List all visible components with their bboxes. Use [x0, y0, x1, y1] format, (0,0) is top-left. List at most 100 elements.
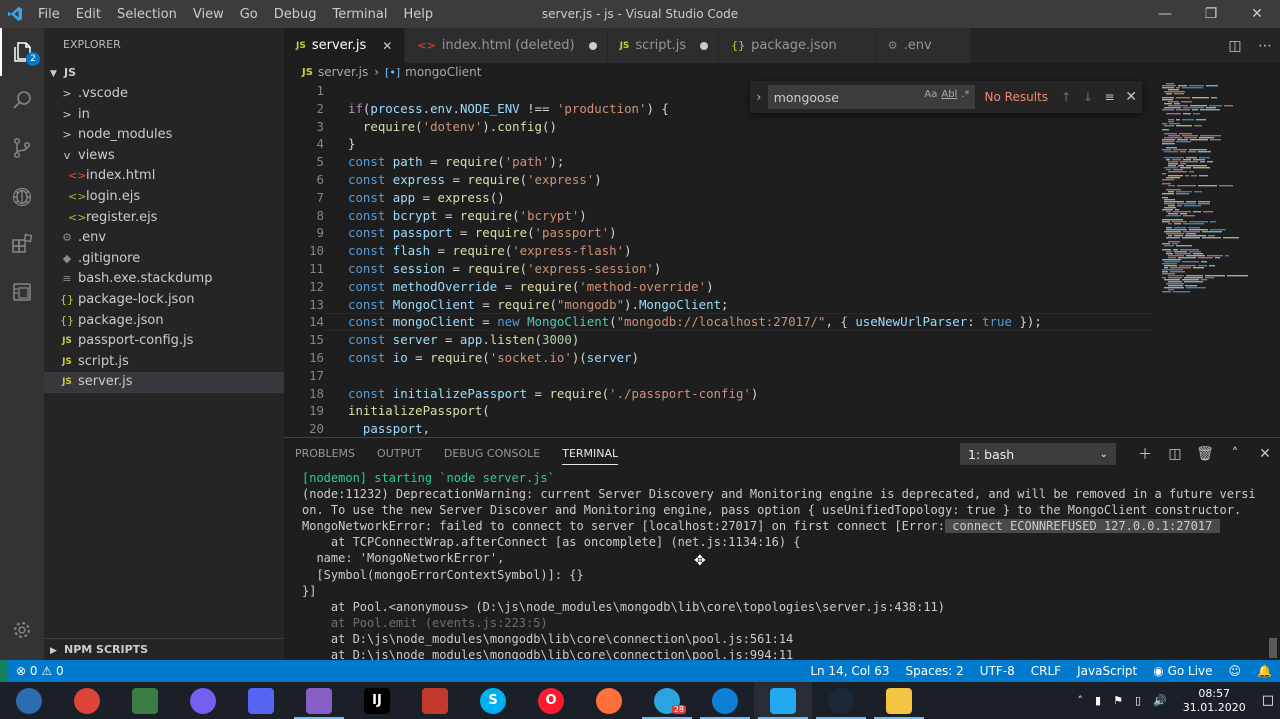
menu-terminal[interactable]: Terminal — [325, 7, 396, 22]
cashier-app-taskbar-button[interactable] — [116, 682, 174, 719]
panel-tab-output[interactable]: OUTPUT — [377, 438, 422, 470]
tree-item-gitignore[interactable]: ◆ .gitignore — [44, 249, 284, 270]
find-in-selection-icon[interactable]: ≡ — [1099, 90, 1121, 104]
problems-status[interactable]: ⊗ 0 ⚠ 0 — [8, 664, 72, 678]
terminal-output[interactable]: [nodemon] starting `node server.js` (node… — [302, 470, 1277, 660]
chrome-taskbar-button[interactable] — [58, 682, 116, 719]
edge-taskbar-button[interactable] — [696, 682, 754, 719]
feedback-icon[interactable]: ☺ — [1221, 664, 1250, 678]
workspace-root[interactable]: ▼ JS — [44, 62, 284, 84]
tab-env[interactable]: ⚙ .env — [875, 28, 971, 63]
trash-icon[interactable]: 🗑 — [1190, 446, 1220, 462]
more-actions-icon[interactable]: ⋯ — [1250, 38, 1280, 54]
tree-item-passport-config-js[interactable]: JS passport-config.js — [44, 331, 284, 352]
tree-item-in[interactable]: > in — [44, 105, 284, 126]
new-terminal-icon[interactable]: ＋ — [1130, 444, 1160, 464]
match-whole-word-toggle[interactable]: Abl — [941, 89, 957, 100]
extensions-activity-button[interactable] — [0, 220, 44, 268]
close-icon[interactable]: ✕ — [380, 39, 394, 53]
tree-item-vscode[interactable]: > .vscode — [44, 84, 284, 105]
visual-studio-taskbar-button[interactable] — [290, 682, 348, 719]
chevron-up-icon[interactable]: ˄ — [1220, 446, 1250, 462]
notifications-icon[interactable]: 🔔 — [1249, 664, 1280, 678]
regex-toggle[interactable]: .* — [961, 89, 969, 100]
tree-item-package-json[interactable]: {} package.json — [44, 311, 284, 332]
panel-tab-debug-console[interactable]: DEBUG CONSOLE — [444, 438, 540, 470]
telegram-taskbar-button[interactable]: 28 — [638, 682, 696, 719]
split-terminal-icon[interactable]: ◫ — [1160, 446, 1190, 462]
volume-icon[interactable]: 🔊 — [1147, 694, 1173, 707]
skype-taskbar-button[interactable]: S — [464, 682, 522, 719]
cursor-position[interactable]: Ln 14, Col 63 — [802, 664, 897, 678]
flag-icon[interactable]: ⚑ — [1107, 694, 1129, 707]
language-mode[interactable]: JavaScript — [1069, 664, 1145, 678]
menu-view[interactable]: View — [185, 7, 232, 22]
vscode-taskbar-taskbar-button[interactable] — [754, 682, 812, 719]
clock[interactable]: 08:57 31.01.2020 — [1173, 687, 1256, 715]
eol-status[interactable]: CRLF — [1023, 664, 1069, 678]
battery-icon[interactable]: ▯ — [1129, 694, 1147, 707]
search-activity-button[interactable] — [0, 76, 44, 124]
next-match-icon[interactable]: ↓ — [1077, 90, 1099, 104]
toggle-replace-icon[interactable]: › — [750, 90, 768, 104]
menu-edit[interactable]: Edit — [68, 7, 109, 22]
terminal-select[interactable]: 1: bash ⌄ — [960, 443, 1116, 465]
minimap[interactable] — [1154, 81, 1280, 437]
tree-item-views[interactable]: v views — [44, 146, 284, 167]
previous-match-icon[interactable]: ↑ — [1055, 90, 1077, 104]
source-control-activity-button[interactable] — [0, 124, 44, 172]
remote-explorer-activity-button[interactable] — [0, 268, 44, 316]
intellij-taskbar-button[interactable]: IJ — [348, 682, 406, 719]
action-center-icon[interactable]: □ — [1256, 693, 1280, 708]
npm-scripts-section[interactable]: ▶ NPM SCRIPTS — [44, 638, 284, 660]
tab-server-js[interactable]: JS server.js ✕ — [284, 28, 406, 63]
tree-item-package-lock-json[interactable]: {} package-lock.json — [44, 290, 284, 311]
panel-tab-problems[interactable]: PROBLEMS — [295, 438, 355, 470]
snipping-tool-taskbar-button[interactable] — [406, 682, 464, 719]
explorer-activity-button[interactable]: 2 — [0, 28, 44, 76]
close-panel-icon[interactable]: ✕ — [1250, 446, 1280, 462]
firefox-taskbar-button[interactable] — [580, 682, 638, 719]
menu-go[interactable]: Go — [232, 7, 266, 22]
menu-help[interactable]: Help — [395, 7, 441, 22]
tree-item-bash-exe-stackdump[interactable]: ≡ bash.exe.stackdump — [44, 269, 284, 290]
tree-item-server-js[interactable]: JS server.js — [44, 372, 284, 393]
discord-taskbar-button[interactable] — [232, 682, 290, 719]
viber-taskbar-button[interactable] — [174, 682, 232, 719]
menu-file[interactable]: File — [30, 7, 68, 22]
close-find-icon[interactable]: ✕ — [1120, 89, 1142, 105]
tree-item-login-ejs[interactable]: <> login.ejs — [44, 187, 284, 208]
close-window-button[interactable]: ✕ — [1234, 0, 1280, 28]
code-editor[interactable]: 1 2 if(process.env.NODE_ENV !== 'productio… — [284, 81, 1154, 437]
maximize-button[interactable]: ❐ — [1188, 0, 1234, 28]
steam-taskbar-button[interactable] — [812, 682, 870, 719]
debug-activity-button[interactable] — [0, 172, 44, 220]
tree-item-node-modules[interactable]: > node_modules — [44, 125, 284, 146]
network-icon[interactable]: ▮ — [1089, 694, 1107, 707]
breadcrumb-file[interactable]: server.js — [318, 65, 368, 79]
split-editor-icon[interactable]: ◫ — [1220, 38, 1250, 54]
remote-indicator[interactable] — [0, 660, 8, 682]
chevron-up-icon[interactable]: ˄ — [1072, 694, 1090, 707]
go-live-button[interactable]: ◉ Go Live — [1145, 664, 1220, 678]
unsaved-dot-icon[interactable] — [700, 41, 709, 50]
menu-selection[interactable]: Selection — [109, 7, 185, 22]
manage-activity-button[interactable] — [0, 606, 44, 654]
opera-taskbar-button[interactable]: O — [522, 682, 580, 719]
unsaved-dot-icon[interactable] — [588, 41, 597, 50]
terminal-scrollbar[interactable] — [1269, 638, 1277, 658]
find-input[interactable]: mongoose Aa Abl .* — [767, 85, 975, 109]
menu-debug[interactable]: Debug — [266, 7, 325, 22]
indentation-status[interactable]: Spaces: 2 — [897, 664, 971, 678]
tree-item-index-html[interactable]: <> index.html — [44, 166, 284, 187]
tree-item-env[interactable]: ⚙ .env — [44, 228, 284, 249]
tree-item-script-js[interactable]: JS script.js — [44, 352, 284, 373]
tree-item-register-ejs[interactable]: <> register.ejs — [44, 208, 284, 229]
match-case-toggle[interactable]: Aa — [924, 89, 937, 100]
file-explorer-taskbar-button[interactable] — [870, 682, 928, 719]
breadcrumb-symbol[interactable]: mongoClient — [405, 65, 481, 79]
encoding-status[interactable]: UTF-8 — [972, 664, 1023, 678]
tab-script-js[interactable]: JS script.js — [607, 28, 720, 63]
tab-package-json[interactable]: {} package.json — [719, 28, 876, 63]
panel-tab-terminal[interactable]: TERMINAL — [562, 443, 619, 465]
